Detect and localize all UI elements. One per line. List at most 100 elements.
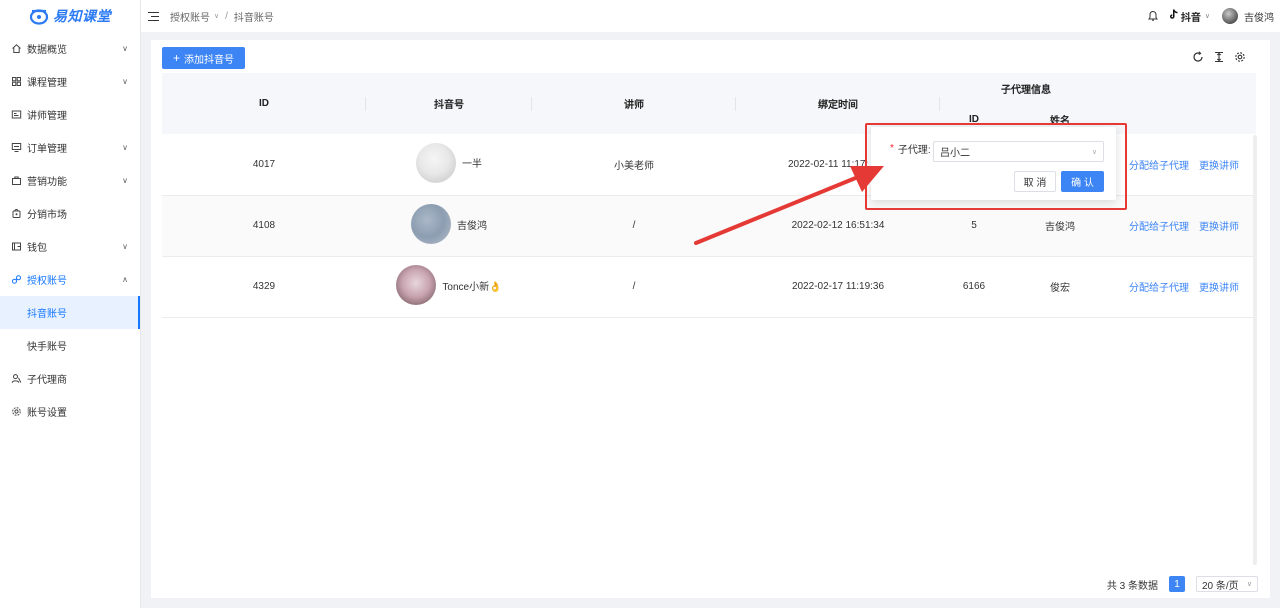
page-size-select[interactable]: 20 条/页 ∨ xyxy=(1196,576,1258,592)
cell-id: 4017 xyxy=(162,134,366,196)
sidebar-item-auth[interactable]: 授权账号 ∧ xyxy=(0,263,140,296)
cell-lecturer: / xyxy=(532,195,736,257)
sidebar-item-lecturers[interactable]: 讲师管理 xyxy=(0,98,140,131)
id-card-icon xyxy=(10,109,22,121)
col-header-agent-group: 子代理信息 xyxy=(940,73,1112,104)
breadcrumb-item-auth[interactable]: 授权账号 xyxy=(170,9,210,24)
user-menu[interactable]: 吉俊鸿 xyxy=(1222,8,1274,24)
cell-agent-name: 吉俊鸿 xyxy=(1008,195,1112,257)
top-header: 授权账号 ∨ / 抖音账号 抖音 ∨ 吉俊鸿 xyxy=(141,0,1280,32)
sidebar-item-label: 数据概览 xyxy=(27,45,67,56)
chevron-down-icon: ∨ xyxy=(214,13,220,20)
cell-id: 4329 xyxy=(162,256,366,318)
account-name: 一半 xyxy=(462,159,482,171)
page-number-current[interactable]: 1 xyxy=(1169,576,1185,592)
sidebar-item-wallet[interactable]: 钱包 ∨ xyxy=(0,230,140,263)
sidebar: 易知课堂 数据概览 ∨ 课程管理 ∨ 讲师管理 订单管理 ∨ 营销功能 ∨ 分销市场 钱包 ∨ 授权账号… xyxy=(0,0,141,608)
add-account-button[interactable]: + 添加抖音号 xyxy=(162,47,245,69)
required-mark: * xyxy=(890,143,894,154)
home-icon xyxy=(10,43,22,55)
chevron-down-icon: ∨ xyxy=(122,44,128,53)
content-card: + 添加抖音号 ID 抖音号 讲师 绑定时间 子代理信息 ID 姓名 4017 … xyxy=(151,40,1270,598)
breadcrumb: 授权账号 ∨ / 抖音账号 xyxy=(170,9,274,24)
sidebar-item-dashboard[interactable]: 数据概览 ∨ xyxy=(0,32,140,65)
agent-field-label-row: * 子代理: xyxy=(890,141,931,156)
account-cell: 吉俊鸿 xyxy=(411,204,487,244)
settings-icon[interactable] xyxy=(1233,50,1246,63)
chevron-down-icon: ∨ xyxy=(122,176,128,185)
sidebar-item-label: 钱包 xyxy=(27,243,47,254)
platform-label: 抖音 xyxy=(1180,12,1201,24)
col-header-bind-time: 绑定时间 xyxy=(736,73,940,134)
logo[interactable]: 易知课堂 xyxy=(0,0,140,32)
chevron-down-icon: ∨ xyxy=(1204,13,1210,20)
sidebar-item-label: 课程管理 xyxy=(27,78,67,89)
cell-agent-id: 5 xyxy=(940,195,1008,257)
sidebar-item-label: 账号设置 xyxy=(27,408,67,419)
cell-agent-name: 俊宏 xyxy=(1008,256,1112,318)
chevron-down-icon: ∨ xyxy=(122,77,128,86)
cell-agent-id: 6166 xyxy=(940,256,1008,318)
logo-text: 易知课堂 xyxy=(53,8,111,24)
link-icon xyxy=(10,274,22,286)
column-height-icon[interactable] xyxy=(1212,50,1225,63)
sidebar-item-label: 分销市场 xyxy=(27,210,67,221)
sidebar-item-marketing[interactable]: 营销功能 ∨ xyxy=(0,164,140,197)
shop-icon xyxy=(10,208,22,220)
page-size-value: 20 条/页 xyxy=(1202,580,1239,592)
agent-select[interactable]: 吕小二 ∨ xyxy=(933,141,1104,162)
table-tools xyxy=(1191,50,1246,63)
breadcrumb-separator: / xyxy=(225,10,228,22)
sidebar-item-courses[interactable]: 课程管理 ∨ xyxy=(0,65,140,98)
col-header-lecturer: 讲师 xyxy=(532,73,736,134)
sidebar-item-settings[interactable]: 账号设置 xyxy=(0,395,140,428)
menu-toggle-icon[interactable] xyxy=(148,11,159,21)
sidebar-item-orders[interactable]: 订单管理 ∨ xyxy=(0,131,140,164)
cell-id: 4108 xyxy=(162,195,366,257)
avatar xyxy=(416,142,456,183)
account-name: Tonce小新👌 xyxy=(442,281,502,293)
grid-icon xyxy=(10,76,22,88)
chevron-up-icon: ∧ xyxy=(122,275,128,284)
sidebar-subitem[interactable]: 抖音账号 xyxy=(0,296,140,329)
plus-icon: + xyxy=(172,51,180,65)
sidebar-item-label: 讲师管理 xyxy=(27,111,67,122)
bell-icon[interactable] xyxy=(1147,10,1159,22)
add-account-label: 添加抖音号 xyxy=(184,54,234,66)
table-row: 4329 Tonce小新👌 / 2022-02-17 11:19:36 6166… xyxy=(162,256,1256,318)
assign-agent-link[interactable]: 分配给子代理 xyxy=(1129,283,1189,294)
sidebar-item-agents[interactable]: 子代理商 xyxy=(0,362,140,395)
table-row: 4108 吉俊鸿 / 2022-02-12 16:51:34 5 吉俊鸿 分配给… xyxy=(162,195,1256,257)
confirm-button[interactable]: 确 认 xyxy=(1061,171,1104,192)
change-lecturer-link[interactable]: 更换讲师 xyxy=(1199,222,1239,233)
assign-agent-link[interactable]: 分配给子代理 xyxy=(1129,222,1189,233)
users-icon xyxy=(10,373,22,385)
col-header-account: 抖音号 xyxy=(366,73,532,134)
agent-field-label: 子代理: xyxy=(897,145,931,156)
avatar xyxy=(396,265,437,305)
sidebar-item-label: 订单管理 xyxy=(27,144,67,155)
pagination-total: 共 3 条数据 xyxy=(1106,580,1158,592)
sidebar-item-label: 子代理商 xyxy=(27,375,67,386)
platform-switcher[interactable]: 抖音 ∨ xyxy=(1169,9,1210,24)
breadcrumb-item-current: 抖音账号 xyxy=(233,12,274,24)
change-lecturer-link[interactable]: 更换讲师 xyxy=(1199,283,1239,294)
cell-lecturer: 小美老师 xyxy=(532,134,736,196)
assign-agent-link[interactable]: 分配给子代理 xyxy=(1129,161,1189,172)
cancel-button[interactable]: 取 消 xyxy=(1014,171,1056,192)
sidebar-subitem[interactable]: 快手账号 xyxy=(0,329,140,362)
change-lecturer-link[interactable]: 更换讲师 xyxy=(1199,161,1239,172)
chevron-down-icon: ∨ xyxy=(122,143,128,152)
sidebar-item-distribution[interactable]: 分销市场 xyxy=(0,197,140,230)
account-cell: 一半 xyxy=(416,142,482,183)
account-name: 吉俊鸿 xyxy=(457,220,487,232)
avatar xyxy=(1222,8,1238,24)
pagination: 共 3 条数据 1 20 条/页 ∨ xyxy=(1107,576,1258,592)
sidebar-menu: 数据概览 ∨ 课程管理 ∨ 讲师管理 订单管理 ∨ 营销功能 ∨ 分销市场 钱包 ∨ 授权账号 ∧ 抖音账号… xyxy=(0,32,140,428)
logo-icon xyxy=(29,7,49,25)
vertical-scrollbar[interactable] xyxy=(1253,135,1257,565)
header-right: 抖音 ∨ 吉俊鸿 xyxy=(1147,0,1280,32)
cell-bind-time: 2022-02-12 16:51:34 xyxy=(736,195,940,257)
refresh-icon[interactable] xyxy=(1191,50,1204,63)
col-header-id: ID xyxy=(162,73,366,134)
